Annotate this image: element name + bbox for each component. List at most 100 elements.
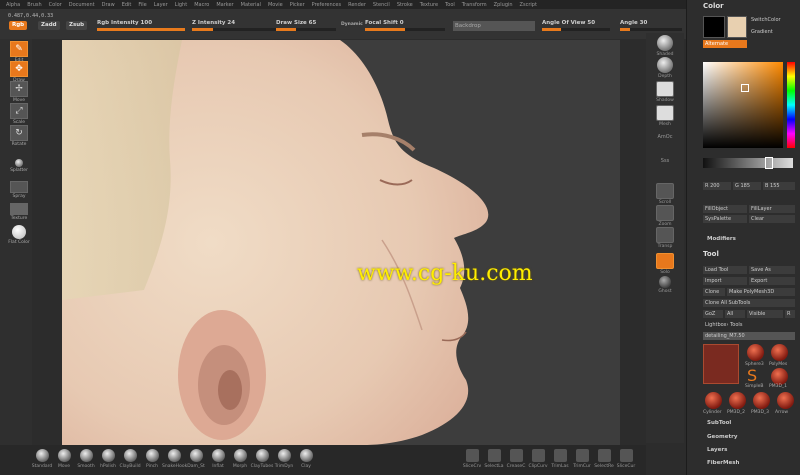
zadd-button[interactable]: Zadd [38,21,60,30]
visible-button[interactable]: Visible [747,310,783,318]
fill-object-button[interactable]: FillObject [703,205,747,213]
backdrop-field[interactable]: Backdrop [453,21,535,31]
tool-thumb-pm3d2[interactable] [729,392,746,409]
menu-preferences[interactable]: Preferences [312,2,341,8]
goz-button[interactable]: GoZ [703,310,723,318]
curve-tool-selectre[interactable]: SelectRe [592,449,616,469]
value-slider[interactable] [703,157,793,169]
dynamic-toggle[interactable]: Dynamic [338,20,366,29]
texture-button[interactable]: Texture [8,203,30,221]
brush-smooth[interactable]: Smooth [74,449,98,469]
fibermesh-section[interactable]: FiberMesh [707,460,739,466]
curve-tool-creasec[interactable]: CreaseC [504,449,528,469]
sys-palette-button[interactable]: SysPalette [703,215,747,223]
primary-color-swatch[interactable] [727,16,747,38]
s-tool-icon[interactable]: S [747,368,764,385]
draw-button[interactable]: ✥ Draw [8,61,30,83]
tool-thumb-pm3d1[interactable] [771,368,788,385]
current-tool-slider[interactable]: detailing_M7.50 [703,332,795,340]
viewport-canvas[interactable]: www.cg-ku.com [62,40,620,445]
tool-thumb-arrow[interactable] [777,392,794,409]
curve-tool-trimlas[interactable]: TrimLas [548,449,572,469]
make-polymesh-button[interactable]: Make PolyMesh3D [727,288,795,296]
hue-slider[interactable] [787,62,795,148]
geometry-section[interactable]: Geometry [707,434,737,440]
clone-all-subtools-button[interactable]: Clone All SubTools [703,299,795,307]
splatter-button[interactable]: Splatter [8,159,30,173]
edit-button[interactable]: ✎ Edit [8,41,30,63]
menu-movie[interactable]: Movie [268,2,283,8]
brush-claytubes[interactable]: ClayTubes [250,449,274,469]
shaded-button[interactable]: Shaded [650,35,680,57]
menu-zplugin[interactable]: Zplugin [494,2,513,8]
solo-button[interactable]: Solo [650,253,680,275]
z-intensity-slider[interactable]: Z Intensity 24 [192,19,280,31]
color-picker-square[interactable] [703,62,783,148]
menu-stencil[interactable]: Stencil [373,2,390,8]
sss-button[interactable]: Sss [650,157,680,164]
brush-clay[interactable]: Clay [294,449,318,469]
color-palette-title[interactable]: Color [703,2,724,10]
scroll-button[interactable]: Scroll [650,183,680,205]
menu-light[interactable]: Light [175,2,187,8]
move-button[interactable]: ✢ Move [8,81,30,103]
blue-value-field[interactable]: B 155 [763,182,795,190]
tool-thumb-sphere3[interactable] [747,344,764,361]
brush-inflat[interactable]: Inflat [206,449,230,469]
menu-material[interactable]: Material [241,2,261,8]
draw-size-slider[interactable]: Draw Size 65 [276,19,336,31]
amoc-button[interactable]: AmOc [650,133,680,140]
menu-render[interactable]: Render [348,2,366,8]
shadow-button[interactable]: Shadow [650,81,680,103]
r-button[interactable]: R [785,310,795,318]
layers-section[interactable]: Layers [707,447,727,453]
brush-pinch[interactable]: Pinch [140,449,164,469]
menu-document[interactable]: Document [69,2,95,8]
ghost-button[interactable]: Ghost [650,276,680,294]
menu-edit[interactable]: Edit [122,2,132,8]
menu-macro[interactable]: Macro [194,2,209,8]
alternate-button[interactable]: Alternate [703,40,747,48]
focal-shift-slider[interactable]: Focal Shift 0 [365,19,445,31]
brush-standard[interactable]: Standard [30,449,54,469]
scale-button[interactable]: ⤢ Scale [8,103,30,125]
clear-button[interactable]: Clear [749,215,795,223]
load-tool-button[interactable]: Load Tool [703,266,747,274]
brush-hpolish[interactable]: hPolish [96,449,120,469]
menu-alpha[interactable]: Alpha [6,2,20,8]
menu-layer[interactable]: Layer [154,2,168,8]
menu-marker[interactable]: Marker [216,2,233,8]
export-button[interactable]: Export [749,277,795,285]
tool-thumb-pm3d3[interactable] [753,392,770,409]
brush-morph[interactable]: Morph [228,449,252,469]
depth-button[interactable]: Depth [650,57,680,79]
import-button[interactable]: Import [703,277,747,285]
menu-zscript[interactable]: Zscript [520,2,537,8]
clone-button[interactable]: Clone [703,288,725,296]
curve-tool-selectla[interactable]: SelectLa [482,449,506,469]
gradient-button[interactable]: Gradient [749,28,797,36]
brush-move[interactable]: Move [52,449,76,469]
angle-slider[interactable]: Angle 30 [620,19,682,31]
rgb-button[interactable]: Rgb [9,21,28,30]
flat-color-button[interactable]: Flat Color [8,225,30,245]
curve-tool-clipcurv[interactable]: ClipCurv [526,449,550,469]
menu-tool[interactable]: Tool [445,2,455,8]
menu-transform[interactable]: Transform [462,2,487,8]
zsub-button[interactable]: Zsub [66,21,88,30]
brush-claybuild[interactable]: ClayBuild [118,449,142,469]
curve-tool-slicecrv[interactable]: SliceCrv [460,449,484,469]
brush-trimdyn[interactable]: TrimDyn [272,449,296,469]
switch-color-button[interactable]: SwitchColor [749,16,797,24]
green-value-field[interactable]: G 185 [733,182,761,190]
modifiers-section[interactable]: Modifiers [707,236,736,242]
menu-color[interactable]: Color [49,2,62,8]
all-button[interactable]: All [725,310,745,318]
curve-tool-trimcur[interactable]: TrimCur [570,449,594,469]
menu-brush[interactable]: Brush [27,2,41,8]
menu-draw[interactable]: Draw [102,2,115,8]
menu-file[interactable]: File [138,2,146,8]
brush-snakehook[interactable]: SnakeHook [162,449,187,469]
tool-thumb-cylinder[interactable] [705,392,722,409]
brush-dam-st[interactable]: Dam_St [184,449,208,469]
